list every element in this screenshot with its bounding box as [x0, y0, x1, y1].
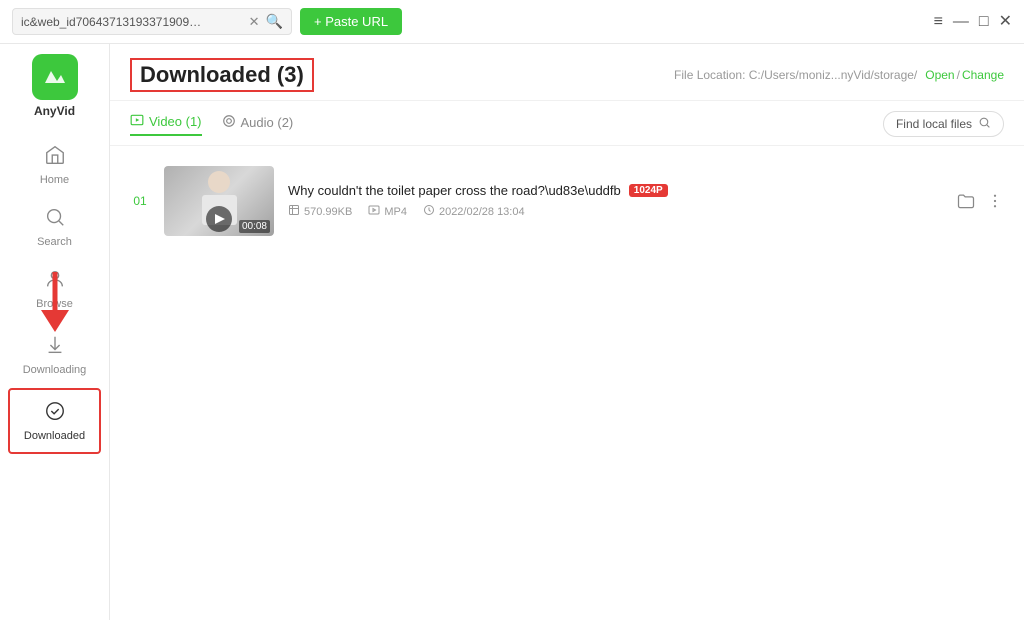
content-tabs: Video (1) Audio (2) Find local files	[110, 101, 1024, 146]
sidebar-item-downloaded[interactable]: Downloaded	[8, 388, 101, 454]
logo-area: AnyVid	[32, 54, 78, 118]
main-layout: AnyVid Home Search	[0, 44, 1024, 620]
video-meta: 570.99KB MP4	[288, 204, 942, 219]
tab-audio-label: Audio (2)	[241, 115, 294, 130]
video-thumbnail[interactable]: 00:08	[164, 166, 274, 236]
meta-date-value: 2022/02/28 13:04	[439, 206, 525, 218]
open-link[interactable]: Open	[925, 68, 954, 82]
page-title: Downloaded (3)	[130, 58, 314, 92]
url-bar[interactable]: ic&web_id70643713193371909… ✕ 🔍	[12, 8, 292, 35]
sidebar-item-downloading[interactable]: Downloading	[0, 324, 109, 386]
format-icon	[368, 204, 380, 219]
video-title-text: Why couldn't the toilet paper cross the …	[288, 183, 621, 198]
content-area: Downloaded (3) File Location: C:/Users/m…	[110, 44, 1024, 620]
video-index: 01	[130, 194, 150, 208]
sidebar-item-downloaded-label: Downloaded	[24, 430, 85, 442]
url-close-icon[interactable]: ✕	[249, 14, 260, 30]
meta-size-value: 570.99KB	[304, 206, 352, 218]
minimize-icon[interactable]: —	[953, 14, 969, 30]
tab-video[interactable]: Video (1)	[130, 113, 202, 136]
tab-audio[interactable]: Audio (2)	[222, 114, 294, 135]
change-link[interactable]: Change	[962, 68, 1004, 82]
quality-badge: 1024P	[629, 184, 668, 197]
close-icon[interactable]: ✕	[999, 14, 1012, 30]
table-row: 01 00:08 Why couldn't the toilet pap	[130, 158, 1004, 244]
thumb-head	[208, 171, 230, 193]
video-duration: 00:08	[239, 220, 270, 233]
meta-format-value: MP4	[384, 206, 407, 218]
sidebar-item-downloading-label: Downloading	[23, 364, 87, 376]
downloading-icon	[44, 334, 66, 362]
video-title-row: Why couldn't the toilet paper cross the …	[288, 183, 942, 198]
content-header: Downloaded (3) File Location: C:/Users/m…	[110, 44, 1024, 101]
titlebar: ic&web_id70643713193371909… ✕ 🔍 + Paste …	[0, 0, 1024, 44]
url-text: ic&web_id70643713193371909…	[21, 15, 243, 29]
file-location-sep: /	[957, 68, 960, 82]
menu-icon[interactable]: ≡	[934, 14, 943, 30]
find-local-files-button[interactable]: Find local files	[883, 111, 1004, 137]
play-button[interactable]	[206, 206, 232, 232]
find-local-label: Find local files	[896, 117, 972, 131]
more-options-button[interactable]	[986, 192, 1004, 210]
maximize-icon[interactable]: □	[979, 14, 989, 30]
search-icon	[44, 206, 66, 234]
meta-format: MP4	[368, 204, 407, 219]
logo-label: AnyVid	[34, 104, 75, 118]
sidebar-item-home-label: Home	[40, 174, 69, 186]
paste-url-button[interactable]: + Paste URL	[300, 8, 402, 35]
date-icon	[423, 204, 435, 219]
url-search-icon[interactable]: 🔍	[266, 13, 283, 30]
meta-date: 2022/02/28 13:04	[423, 204, 525, 219]
tab-video-label: Video (1)	[149, 114, 202, 129]
downloaded-icon	[44, 400, 66, 428]
video-info: Why couldn't the toilet paper cross the …	[288, 183, 942, 219]
sidebar-item-home[interactable]: Home	[0, 134, 109, 196]
video-actions	[956, 191, 1004, 211]
size-icon	[288, 204, 300, 219]
video-list: 01 00:08 Why couldn't the toilet pap	[110, 146, 1024, 620]
sidebar-item-search[interactable]: Search	[0, 196, 109, 258]
meta-size: 570.99KB	[288, 204, 352, 219]
sidebar-item-search-label: Search	[37, 236, 72, 248]
file-location-label: File Location: C:/Users/moniz...nyVid/st…	[674, 68, 917, 82]
find-local-search-icon	[978, 116, 991, 132]
folder-button[interactable]	[956, 191, 976, 211]
home-icon	[44, 144, 66, 172]
audio-tab-icon	[222, 114, 236, 131]
window-controls: ≡ — □ ✕	[934, 14, 1012, 30]
arrow-indicator	[37, 272, 73, 337]
logo-icon	[32, 54, 78, 100]
sidebar: AnyVid Home Search	[0, 44, 110, 620]
video-tab-icon	[130, 113, 144, 130]
